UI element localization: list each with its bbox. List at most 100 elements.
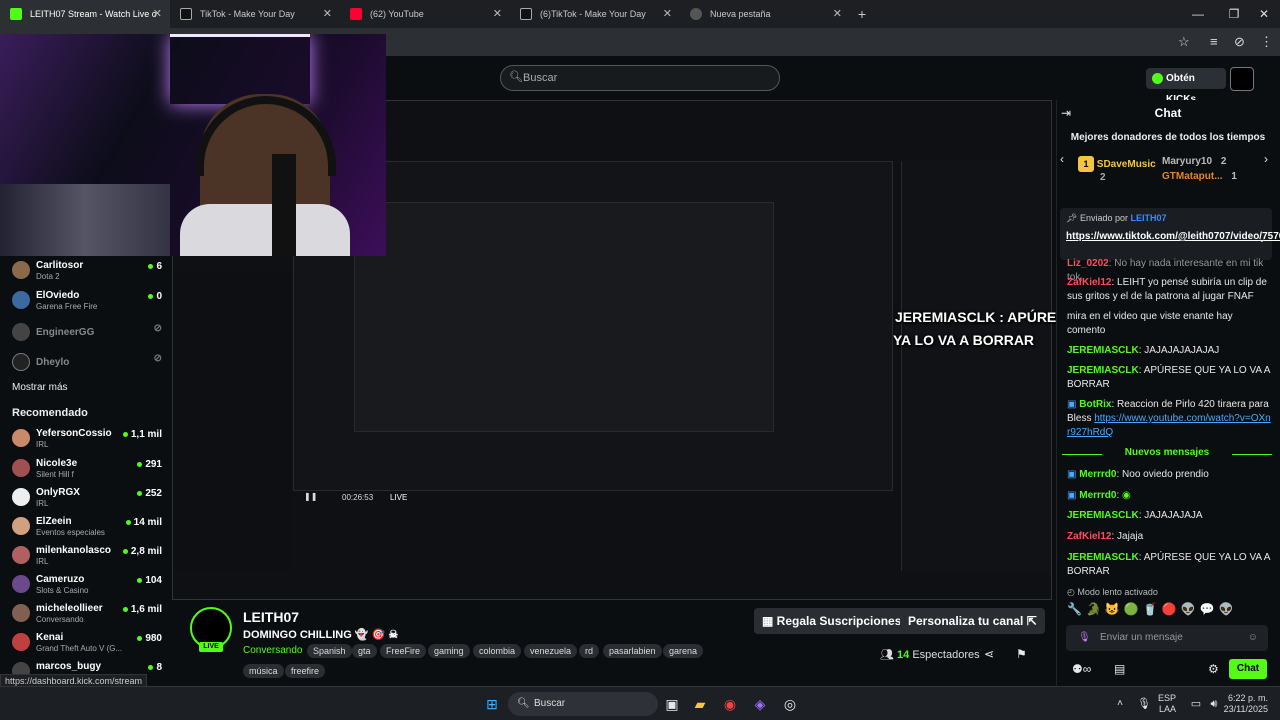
live-indicator: LIVE	[390, 493, 408, 502]
sidebar-item-kenai[interactable]: Kenai Grand Theft Auto V (G... 980	[12, 630, 162, 658]
mic-tray-icon[interactable]: 🎙︎	[1134, 694, 1154, 714]
obs-icon[interactable]: ◎	[780, 694, 800, 714]
sidebar-item-milenkanolasco[interactable]: milenkanolasco IRL 2,8 mil	[12, 543, 162, 571]
clock[interactable]: 6:22 p. m. 23/11/2025	[1220, 693, 1268, 715]
sidebar-item-nicole3e[interactable]: Nicole3e Silent Hill f 291	[12, 456, 162, 484]
headset-icon	[196, 96, 336, 176]
sidebar-item-cameruzo[interactable]: Cameruzo Slots & Casino 104	[12, 572, 162, 600]
tag[interactable]: venezuela	[524, 644, 578, 658]
tag[interactable]: Spanish	[307, 644, 352, 658]
prev-arrow-icon[interactable]: ‹	[1060, 152, 1064, 166]
sidebar-item-dheylo[interactable]: Dheylo ⊘	[12, 350, 162, 378]
sidebar-item-eloviedo[interactable]: ElOviedo Garena Free Fire 0	[12, 288, 162, 316]
tab-tiktok-2[interactable]: (6)TikTok - Make Your Day ✕	[510, 0, 680, 28]
network-icon[interactable]: ▭	[1186, 694, 1206, 714]
viewer-count: 104	[137, 575, 162, 586]
sidebar-item-engineergg[interactable]: EngineerGG ⊘	[12, 320, 162, 348]
pinned-message[interactable]: 📌︎ Enviado por LEITH07 https://www.tikto…	[1060, 208, 1280, 260]
file-explorer-icon[interactable]: ▰	[690, 694, 710, 714]
live-dot-icon	[122, 548, 128, 554]
sidebar-item-elzeein[interactable]: ElZeein Eventos especiales 14 mil	[12, 514, 162, 542]
follow-icon[interactable]: ⚑	[1016, 647, 1027, 661]
tag[interactable]: garena	[663, 644, 704, 658]
live-dot-icon	[148, 293, 154, 299]
get-kicks-button[interactable]: Obtén KICKs	[1146, 68, 1226, 105]
new-tab-button[interactable]: +	[850, 0, 874, 28]
chevron-down-icon[interactable]: ⌄	[1258, 234, 1266, 245]
donor-2[interactable]: Maryury10 2	[1162, 156, 1226, 167]
captured-chat-panel	[901, 161, 1051, 571]
menu-icon[interactable]: ⋮	[1260, 34, 1273, 50]
channel-name: Dheylo	[36, 357, 70, 368]
app-icon[interactable]: ◈	[750, 694, 770, 714]
sidebar-item-onlyrgx[interactable]: OnlyRGX IRL 252	[12, 485, 162, 513]
gift-subs-button[interactable]: ▦ Regala Suscripciones	[754, 608, 910, 634]
tag[interactable]: FreeFire	[380, 644, 427, 658]
pause-icon[interactable]: ❚❚	[304, 492, 317, 501]
tab-new[interactable]: Nueva pestaña ✕	[680, 0, 850, 28]
minimize-button[interactable]: —	[1180, 0, 1216, 28]
tag[interactable]: música	[243, 664, 284, 678]
close-icon[interactable]: ✕	[153, 0, 162, 28]
windows-start-icon[interactable]: ⊞	[482, 694, 502, 714]
tag[interactable]: rd	[579, 644, 600, 658]
mic-icon: 🎙︎	[1078, 632, 1091, 643]
chat-message: ZafKiel12: LEIHT yo pensé subiría un cli…	[1067, 277, 1267, 302]
task-view-icon[interactable]: ▣	[662, 694, 682, 714]
globe-icon	[690, 8, 702, 20]
stream-category[interactable]: Conversando	[243, 645, 302, 656]
sidebar-item-yefersoncossio[interactable]: YefersonCossio IRL 1,1 mil	[12, 426, 162, 454]
tab-youtube[interactable]: (62) YouTube ✕	[340, 0, 510, 28]
emoji-picker-icon[interactable]: ☺	[1248, 625, 1258, 651]
chat-message: ▣ BotRix: Reaccion de Pirlo 420 tiraera …	[1067, 399, 1271, 438]
tab-kick[interactable]: LEITH07 Stream - Watch Live o ✕	[0, 0, 170, 28]
send-chat-button[interactable]: Chat	[1229, 659, 1267, 679]
settings-icon[interactable]: ⚙	[1208, 662, 1219, 676]
tag[interactable]: freefire	[285, 664, 326, 678]
close-window-button[interactable]: ✕	[1246, 0, 1280, 28]
tray-arrow-icon[interactable]: ˄	[1110, 694, 1130, 714]
store-icon[interactable]: ▤	[1114, 662, 1125, 676]
youtube-favicon-icon	[350, 8, 362, 20]
show-more-link[interactable]: Mostrar más	[12, 382, 68, 393]
channel-name: YefersonCossio	[36, 428, 112, 439]
reading-list-icon[interactable]: ≡	[1210, 34, 1218, 49]
tag[interactable]: gta	[352, 644, 377, 658]
close-icon[interactable]: ✕	[663, 0, 672, 28]
search-icon: 🔍︎	[517, 698, 530, 709]
extension-icon[interactable]: ⊘	[1234, 34, 1245, 50]
donor-3[interactable]: GTMataput... 1	[1162, 171, 1237, 182]
star-icon[interactable]: ☆	[1178, 34, 1190, 50]
donor-1[interactable]: 1 SDaveMusic 2	[1078, 156, 1156, 183]
emote-bar[interactable]: 🔧🐊😺🟢🥤🔴👽💬👽	[1067, 602, 1272, 620]
channel-name: EngineerGG	[36, 327, 95, 338]
channel-name: Kenai	[36, 632, 64, 643]
close-icon[interactable]: ✕	[323, 0, 332, 28]
tag[interactable]: pasarlabien	[603, 644, 662, 658]
user-avatar[interactable]	[1230, 67, 1254, 91]
pinned-link[interactable]: https://www.tiktok.com/@leith0707/video/…	[1066, 230, 1280, 243]
browser-tab-bar: LEITH07 Stream - Watch Live o ✕ TikTok - …	[0, 0, 1280, 28]
sidebar-item-carlitosor[interactable]: Carlitosor Dota 2 6	[12, 258, 162, 286]
channel-name: ElOviedo	[36, 290, 80, 301]
next-arrow-icon[interactable]: ›	[1264, 152, 1268, 166]
chat-message-input[interactable]: 🎙︎ Enviar un mensaje ☺	[1066, 625, 1268, 651]
avatar	[12, 429, 30, 447]
customize-channel-button[interactable]: Personaliza tu canal ⇱	[900, 608, 1045, 634]
points-icon[interactable]: ⚉∞	[1072, 662, 1091, 676]
share-icon[interactable]: ⋖	[984, 647, 994, 661]
close-icon[interactable]: ✕	[493, 0, 502, 28]
search-input[interactable]: 🔍︎ Buscar	[500, 65, 780, 91]
close-icon[interactable]: ✕	[833, 0, 842, 28]
taskbar-search[interactable]: 🔍︎ Buscar	[508, 692, 658, 716]
tag[interactable]: colombia	[473, 644, 522, 658]
sidebar-item-micheleollieer[interactable]: micheleollieer Conversando 1,6 mil	[12, 601, 162, 629]
channel-name: micheleollieer	[36, 603, 103, 614]
message-link[interactable]: https://www.youtube.com/watch?v=OXnr927h…	[1067, 413, 1271, 438]
tab-tiktok[interactable]: TikTok - Make Your Day ✕	[170, 0, 340, 28]
new-messages-divider[interactable]: Nuevos mensajes	[1062, 447, 1272, 461]
channel-name[interactable]: LEITH07	[243, 609, 299, 625]
chrome-icon[interactable]: ◉	[720, 694, 740, 714]
tag[interactable]: gaming	[428, 644, 470, 658]
language-indicator[interactable]: ESP LAA	[1158, 693, 1176, 715]
